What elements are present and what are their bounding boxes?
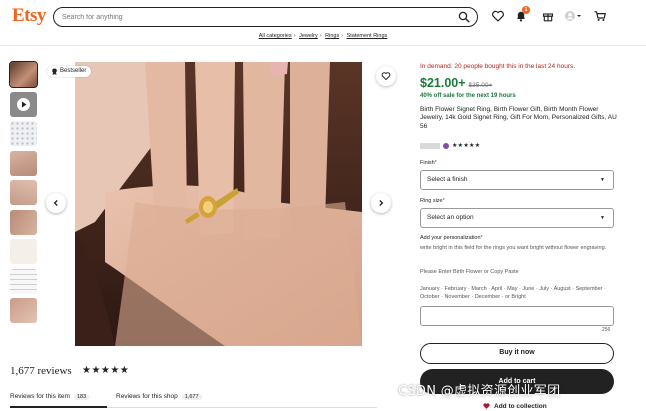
- thumbnail[interactable]: [10, 180, 37, 205]
- finish-label: Finish*: [420, 160, 437, 166]
- next-image-button[interactable]: [371, 193, 391, 213]
- favorite-button[interactable]: [376, 66, 396, 86]
- rating-stars: ★★★★★: [82, 365, 130, 376]
- breadcrumb: All categories › Jewelry › Rings › Statemen…: [258, 33, 388, 39]
- search-icon[interactable]: [458, 11, 470, 23]
- shop-rating-stars: ★★★★★: [452, 143, 481, 149]
- add-to-collection-button[interactable]: Add to collection: [482, 402, 547, 410]
- avatar[interactable]: [563, 9, 583, 23]
- heart-icon[interactable]: [491, 9, 505, 23]
- buy-now-button[interactable]: Buy it now: [420, 343, 614, 364]
- chevron-left-icon: [53, 200, 58, 206]
- etsy-logo[interactable]: Etsy: [12, 5, 46, 27]
- product-image: [75, 62, 362, 346]
- personalization-instruction: Please Enter Birth Flower or Copy Paste: [420, 269, 519, 275]
- original-price: $35.00+: [468, 82, 493, 89]
- finish-select-value: Select a finish: [427, 176, 468, 183]
- thumbnail-strip: [9, 61, 38, 328]
- ring-size-select-value: Select an option: [427, 214, 474, 221]
- play-icon: [17, 97, 30, 111]
- ring-size-select[interactable]: Select an option ▼: [420, 208, 614, 228]
- breadcrumb-link[interactable]: All categories: [259, 33, 292, 39]
- thumbnail[interactable]: [10, 268, 37, 294]
- sale-notice: 40% off sale for the next 19 hours: [420, 93, 516, 99]
- site-header: Etsy 1: [0, 0, 646, 32]
- caret-down-icon: ▼: [600, 177, 605, 183]
- notification-badge: 1: [522, 6, 530, 14]
- tab-label: Reviews for this item: [10, 393, 70, 400]
- current-price: $21.00+: [420, 76, 466, 90]
- tab-shop-reviews[interactable]: Reviews for this shop 1,677: [116, 393, 202, 400]
- search-input[interactable]: [62, 11, 442, 23]
- thumbnail[interactable]: [9, 61, 38, 88]
- thumbnail[interactable]: [10, 209, 37, 235]
- header-divider: [0, 45, 646, 46]
- demand-notice: In demand. 20 people bought this in the …: [420, 63, 576, 70]
- star-seller-icon: [443, 142, 449, 149]
- caret-down-icon: ▼: [600, 215, 605, 221]
- tab-label: Reviews for this shop: [116, 393, 178, 400]
- previous-image-button[interactable]: [46, 193, 66, 213]
- personalization-label: Add your personalization*: [420, 235, 483, 241]
- character-counter: 256: [602, 327, 611, 333]
- personalization-hint: write bright in this field for the rings…: [420, 245, 607, 251]
- shop-info[interactable]: ★★★★★: [420, 142, 480, 149]
- bestseller-label: Bestseller: [60, 68, 87, 74]
- watermark: CSDN @虚拟资源创业军团: [398, 384, 561, 399]
- reviews-count: 1,677 reviews: [10, 365, 72, 377]
- personalization-months: January · February · March · April · May…: [420, 286, 606, 300]
- heart-filled-icon: [483, 403, 490, 409]
- tab-item-reviews[interactable]: Reviews for this item 183: [10, 393, 90, 400]
- thumbnail[interactable]: [10, 150, 37, 176]
- finish-select[interactable]: Select a finish ▼: [420, 170, 614, 190]
- cart-icon[interactable]: [593, 9, 607, 23]
- thumbnail[interactable]: [10, 298, 37, 323]
- breadcrumb-link[interactable]: Rings: [325, 33, 339, 39]
- hand-with-ring-illustration: [75, 62, 362, 346]
- tab-count: 183: [73, 394, 90, 400]
- ring-size-label: Ring size*: [420, 198, 445, 204]
- breadcrumb-link[interactable]: Statement Rings: [347, 33, 388, 39]
- thumbnail[interactable]: [10, 121, 37, 146]
- heart-icon: [381, 72, 391, 81]
- price: $21.00+ $35.00+: [420, 76, 492, 90]
- listing-title: Birth Flower Signet Ring, Birth Flower G…: [420, 106, 617, 130]
- add-to-collection-label: Add to collection: [494, 402, 547, 410]
- bestseller-badge: Bestseller: [47, 66, 92, 77]
- active-tab-indicator: [10, 406, 107, 408]
- search-bar[interactable]: [53, 7, 478, 27]
- breadcrumb-link[interactable]: Jewelry: [299, 33, 318, 39]
- shop-name[interactable]: [420, 142, 440, 149]
- bestseller-icon: [52, 68, 57, 75]
- gift-icon[interactable]: [541, 9, 555, 23]
- personalization-textarea[interactable]: [420, 306, 614, 326]
- video-thumbnail[interactable]: [10, 91, 37, 117]
- tab-count: 1,677: [181, 394, 202, 400]
- thumbnail[interactable]: [10, 239, 37, 264]
- chevron-right-icon: [379, 200, 384, 206]
